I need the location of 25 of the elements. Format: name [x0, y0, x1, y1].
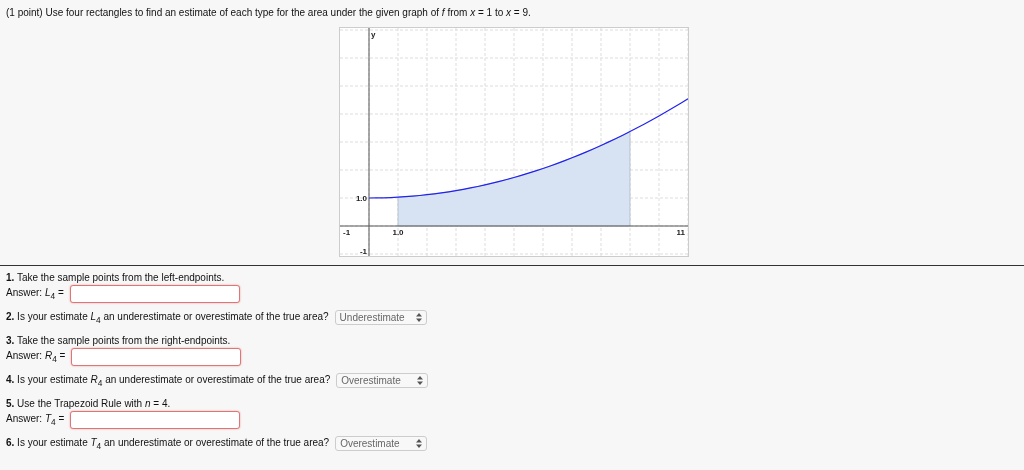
- stepper-icon: [415, 313, 422, 322]
- estimate-dropdown[interactable]: Overestimate: [336, 373, 429, 388]
- axis-label: 1.0: [392, 228, 404, 237]
- answer-label: Answer: T$_{4}$ =: [6, 413, 65, 427]
- question-text: 6. Is your estimate T$_{4}$ an underestimate or overestimate of the true area?: [6, 436, 330, 451]
- axis-label: 11: [676, 228, 685, 237]
- axis-label: -1: [343, 228, 351, 237]
- answer-field[interactable]: [71, 348, 242, 366]
- stepper-icon: [416, 439, 423, 448]
- answer-field[interactable]: [69, 285, 240, 303]
- question-text: 5. Use the Trapezoid Rule with n = 4.: [6, 398, 172, 409]
- problem-statement: (1 point) Use four rectangles to find an estimate of each type for the area under the given graph of f from x = 1 to x = 9.: [6, 7, 531, 18]
- axis-label: 1.0: [355, 194, 367, 203]
- axis-label: y: [371, 30, 376, 39]
- answer-label: Answer: R$_{4}$ =: [6, 350, 66, 364]
- question-text: 3. Take the sample points from the right-endpoints.: [6, 335, 232, 346]
- stepper-icon: [417, 376, 424, 385]
- axis-label: -1: [359, 247, 367, 256]
- question-text: 4. Is your estimate R$_{4}$ an underestimate or overestimate of the true area?: [6, 373, 331, 388]
- question-text: 1. Take the sample points from the left-endpoints.: [6, 272, 226, 283]
- answer-field[interactable]: [70, 411, 241, 429]
- question-text: 2. Is your estimate L$_{4}$ an underestimate or overestimate of the true area?: [6, 310, 329, 325]
- estimate-dropdown[interactable]: Underestimate: [334, 310, 427, 325]
- estimate-dropdown[interactable]: Overestimate: [335, 436, 428, 451]
- answer-label: Answer: L$_{4}$ =: [6, 287, 64, 301]
